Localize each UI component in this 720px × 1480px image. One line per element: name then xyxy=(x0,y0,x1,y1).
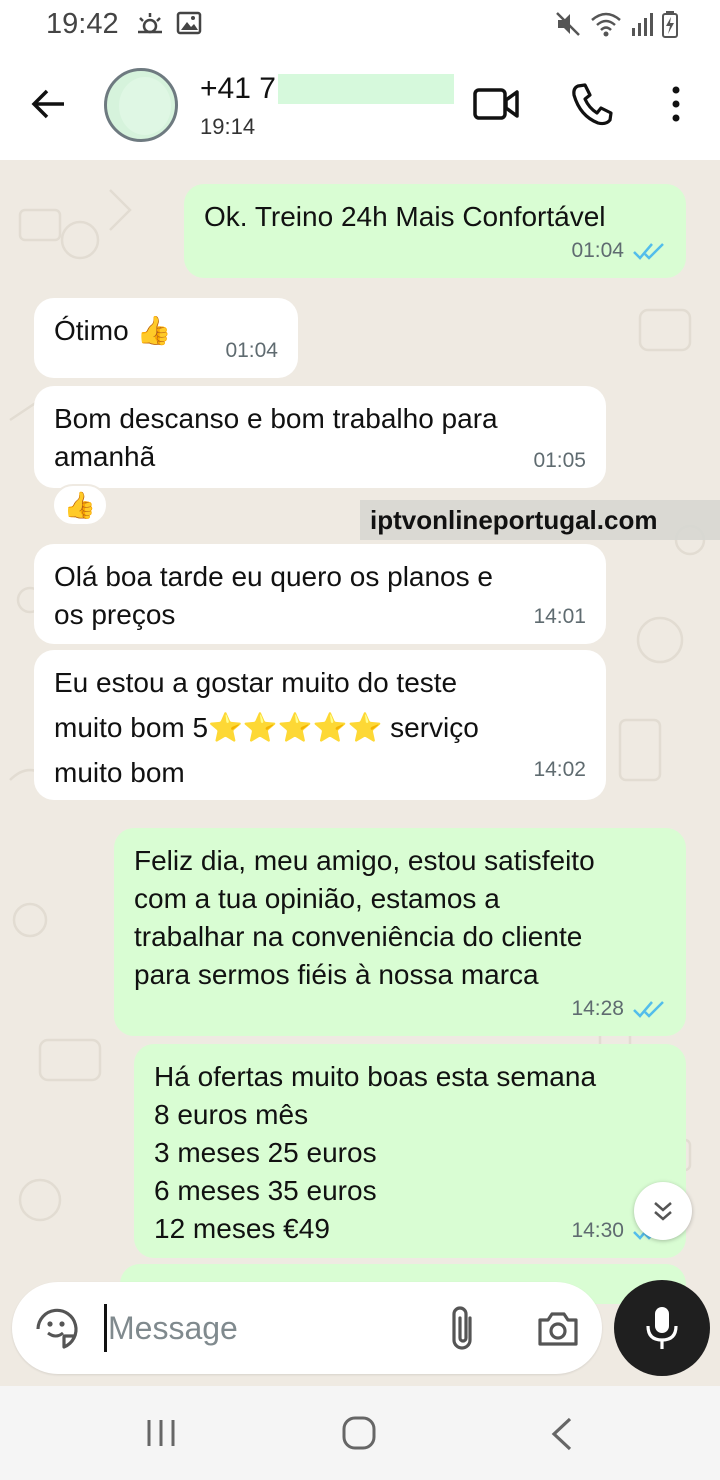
message-text: Ok. Treino 24h Mais Confortável xyxy=(204,201,606,232)
message-text: Feliz dia, meu amigo, estou satisfeito c… xyxy=(134,845,595,990)
contact-name[interactable]: +41 7 xyxy=(200,72,454,106)
message-meta: 14:01 xyxy=(533,598,586,636)
camera-icon[interactable] xyxy=(536,1308,580,1348)
status-right-icons xyxy=(554,10,678,38)
message-meta: 01:04 xyxy=(571,232,666,270)
image-icon xyxy=(176,11,202,35)
back-arrow-icon[interactable] xyxy=(28,84,68,124)
message-meta: 14:02 xyxy=(533,747,586,792)
message-text: Olá boa tarde eu quero os planos e os pr… xyxy=(54,561,493,630)
wifi-icon xyxy=(591,12,621,37)
signal-icon xyxy=(632,13,653,36)
chat-area[interactable]: Ok. Treino 24h Mais Confortável 01:04 Ót… xyxy=(0,160,720,1386)
reaction-emoji: 👍 xyxy=(63,489,97,520)
message-bubble-incoming[interactable]: Eu estou a gostar muito do teste muito b… xyxy=(34,650,606,800)
avatar-image xyxy=(119,77,171,135)
message-meta: 14:28 xyxy=(571,990,666,1028)
chat-header: +41 7 19:14 xyxy=(0,50,720,160)
sticker-icon[interactable] xyxy=(34,1306,80,1352)
system-back-icon[interactable] xyxy=(548,1416,578,1452)
system-nav-bar xyxy=(0,1386,720,1480)
battery-icon xyxy=(662,11,678,38)
watermark-text: iptvonlineportugal.com xyxy=(370,504,658,535)
voice-message-button[interactable] xyxy=(614,1280,710,1376)
more-options-icon[interactable] xyxy=(662,80,690,128)
message-time: 01:04 xyxy=(571,239,624,262)
recent-apps-icon[interactable] xyxy=(144,1416,178,1450)
status-time: 19:42 xyxy=(46,8,119,40)
read-ticks-icon xyxy=(633,243,664,260)
message-bubble-outgoing[interactable]: Feliz dia, meu amigo, estou satisfeito c… xyxy=(114,828,686,1036)
contact-status: 19:14 xyxy=(200,114,256,139)
contact-name-text: +41 7 xyxy=(200,72,276,105)
weather-icon xyxy=(138,13,162,34)
status-bar: 19:42 xyxy=(0,0,720,50)
message-meta: 01:05 xyxy=(533,442,586,480)
message-text: Bom descanso e bom trabalho para amanhã xyxy=(54,403,498,472)
avatar[interactable] xyxy=(104,68,178,142)
text-caret xyxy=(104,1304,107,1352)
message-time: 14:28 xyxy=(571,997,624,1020)
voice-call-icon[interactable] xyxy=(570,80,614,128)
scroll-to-bottom-button[interactable] xyxy=(634,1182,692,1240)
message-time: 14:01 xyxy=(533,605,586,628)
message-bubble-outgoing[interactable]: Há ofertas muito boas esta semana 8 euro… xyxy=(134,1044,686,1258)
message-time: 01:05 xyxy=(533,449,586,472)
mute-icon xyxy=(556,12,580,36)
message-bubble-incoming[interactable]: Ótimo 👍 01:04 xyxy=(34,298,298,378)
message-reaction[interactable]: 👍 xyxy=(52,484,108,526)
watermark: iptvonlineportugal.com xyxy=(360,500,720,540)
message-meta: 01:04 xyxy=(225,332,278,370)
message-bubble-incoming[interactable]: Olá boa tarde eu quero os planos e os pr… xyxy=(34,544,606,644)
message-time: 14:02 xyxy=(533,758,586,781)
message-bubble-outgoing[interactable]: Ok. Treino 24h Mais Confortável 01:04 xyxy=(184,184,686,278)
redacted-name-block xyxy=(277,74,454,104)
double-chevron-down-icon xyxy=(654,1202,672,1221)
message-bubble-incoming[interactable]: Bom descanso e bom trabalho para amanhã … xyxy=(34,386,606,488)
paperclip-icon[interactable] xyxy=(448,1304,478,1354)
message-time: 14:30 xyxy=(571,1219,624,1242)
message-time: 01:04 xyxy=(225,339,278,362)
message-text: Eu estou a gostar muito do teste muito b… xyxy=(54,667,479,788)
read-ticks-icon xyxy=(633,1001,664,1018)
status-left-icons xyxy=(136,10,202,38)
message-input[interactable] xyxy=(108,1302,428,1354)
message-composer xyxy=(12,1282,602,1374)
microphone-icon xyxy=(646,1307,678,1349)
video-call-icon[interactable] xyxy=(472,82,520,126)
home-icon[interactable] xyxy=(340,1414,378,1452)
